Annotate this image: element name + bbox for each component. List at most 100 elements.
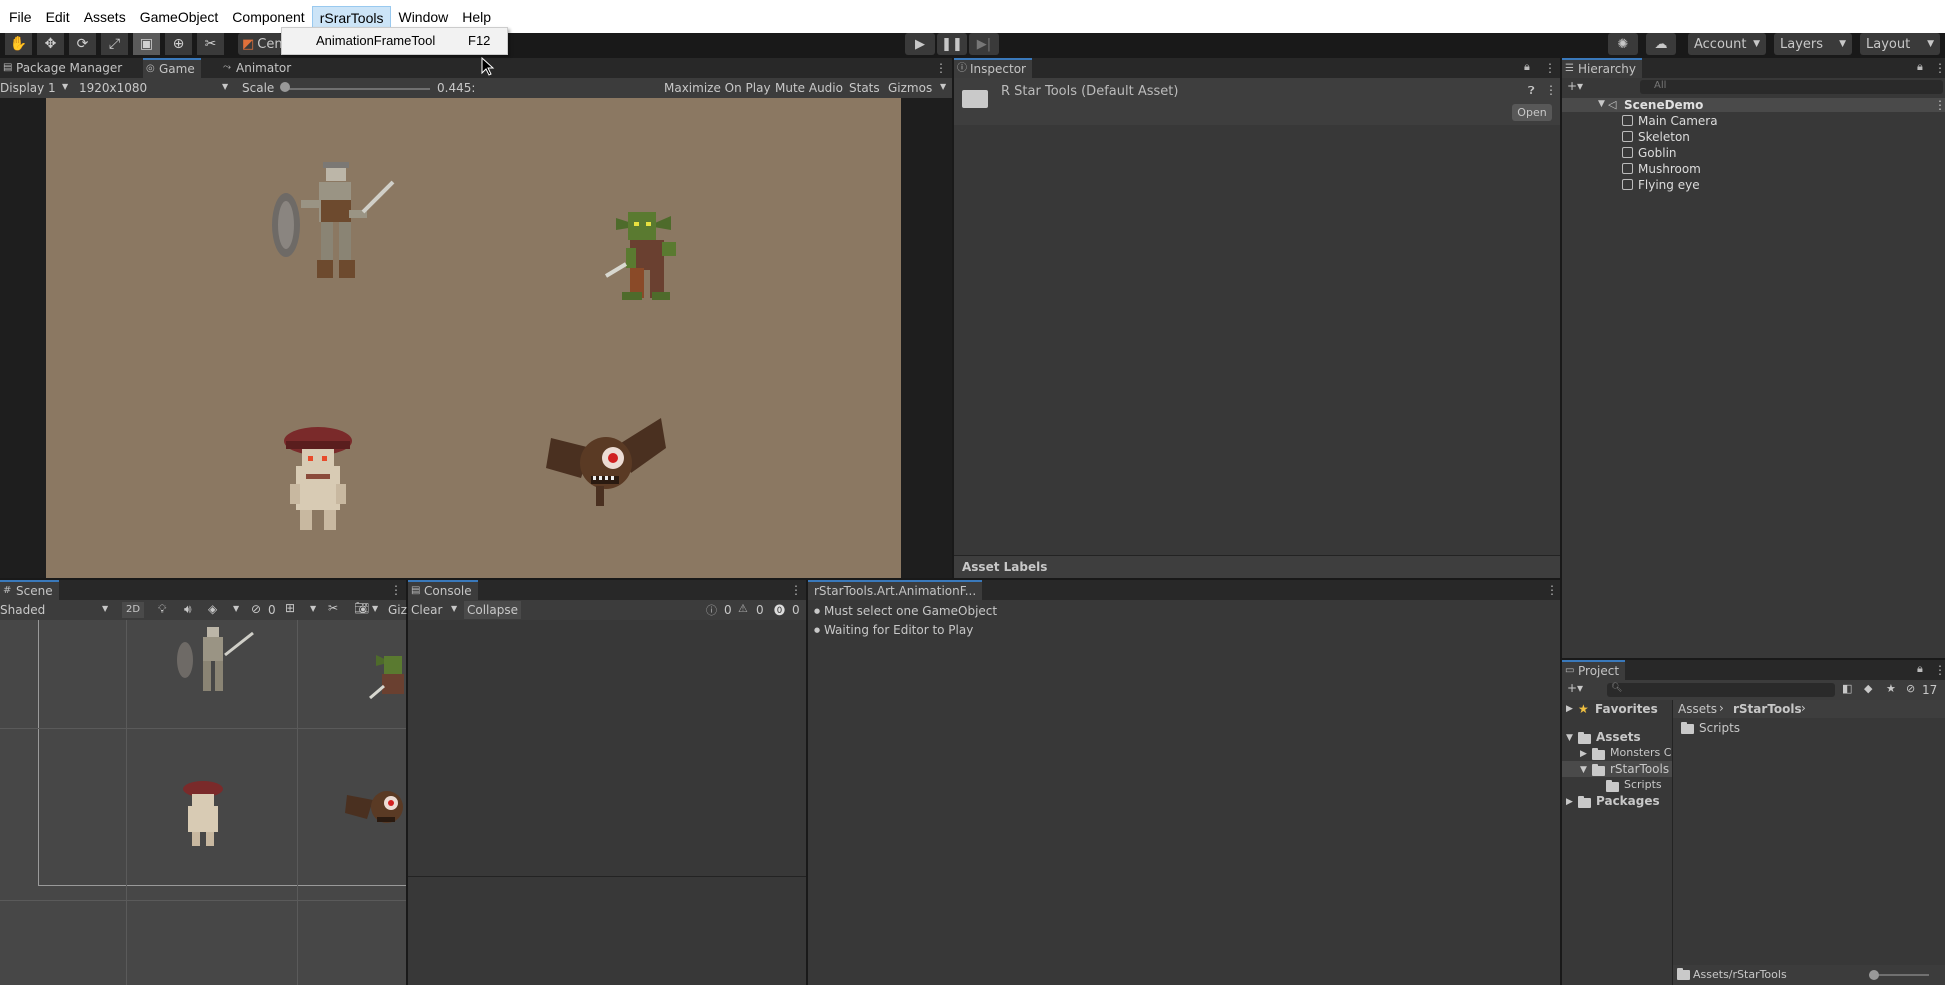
error-icon[interactable]: ⓿ xyxy=(774,602,785,618)
hidden-packages-icon[interactable]: ⊘ xyxy=(1906,682,1915,695)
tab-hierarchy[interactable]: ☰ Hierarchy xyxy=(1562,58,1643,78)
lock-icon[interactable]: 🔒︎ xyxy=(1917,662,1923,676)
breadcrumb-rstartools[interactable]: rStarTools xyxy=(1733,702,1802,716)
pivot-center-toggle[interactable]: ◩ Cen xyxy=(238,33,283,55)
collab-button[interactable]: ✺ xyxy=(1608,33,1638,55)
zoom-slider-handle[interactable] xyxy=(1869,970,1879,980)
chevron-down-icon[interactable]: ▼ xyxy=(1598,99,1605,109)
content-folder-scripts[interactable]: Scripts xyxy=(1699,721,1740,735)
menu-file[interactable]: File xyxy=(2,6,39,28)
more-options-icon[interactable]: ⋮ xyxy=(390,583,402,597)
project-search-input[interactable]: 🔍︎ xyxy=(1607,683,1835,697)
audio-icon[interactable]: 🔊︎ xyxy=(184,602,192,617)
menu-component[interactable]: Component xyxy=(225,6,311,28)
display-dropdown[interactable]: Display 1 xyxy=(0,81,56,95)
resolution-dropdown[interactable]: 1920x1080 xyxy=(79,81,147,95)
more-options-icon[interactable]: ⋮ xyxy=(1934,663,1945,677)
scene-view[interactable] xyxy=(0,620,406,985)
stats-toggle[interactable]: Stats xyxy=(849,81,880,95)
tools-icon[interactable]: ✂ xyxy=(328,601,338,615)
tree-rstartools[interactable]: rStarTools xyxy=(1610,762,1669,776)
custom-tool-icon[interactable]: ✂ xyxy=(197,33,224,55)
menu-help[interactable]: Help xyxy=(455,6,498,28)
hierarchy-item[interactable]: Mushroom xyxy=(1622,162,1701,176)
chevron-right-icon[interactable]: ▶ xyxy=(1566,704,1573,714)
lighting-icon[interactable]: 💡︎ xyxy=(158,602,166,617)
open-button[interactable]: Open xyxy=(1512,104,1552,121)
hierarchy-search-input[interactable]: All xyxy=(1640,80,1943,94)
lock-icon[interactable]: 🔒︎ xyxy=(1917,60,1923,74)
filter-label-icon[interactable]: ◆ xyxy=(1864,682,1872,695)
add-icon[interactable]: +▾ xyxy=(1567,79,1583,93)
tree-scripts[interactable]: Scripts xyxy=(1624,778,1662,791)
tab-animator[interactable]: ⤳ Animator xyxy=(220,58,297,78)
clear-button[interactable]: Clear xyxy=(411,603,442,617)
hierarchy-item[interactable]: Goblin xyxy=(1622,146,1677,160)
tab-inspector[interactable]: ⓘ Inspector xyxy=(954,58,1032,78)
star-icon[interactable]: ★ xyxy=(1886,682,1896,695)
tree-packages[interactable]: Packages xyxy=(1596,794,1660,808)
menu-rstartools[interactable]: rSrarTools xyxy=(311,5,392,28)
more-options-icon[interactable]: ⋮ xyxy=(1934,61,1945,75)
account-dropdown[interactable]: Account ▼ xyxy=(1688,33,1766,55)
move-tool-icon[interactable]: ✥ xyxy=(37,33,64,55)
tab-animation-frame-tool[interactable]: rStarTools.Art.AnimationF... xyxy=(808,580,983,600)
tree-assets[interactable]: Assets xyxy=(1596,730,1641,744)
menu-assets[interactable]: Assets xyxy=(77,6,133,28)
scale-tool-icon[interactable]: ⤢ xyxy=(101,33,128,55)
tab-game[interactable]: ◎ Game xyxy=(143,58,201,78)
lock-icon[interactable]: 🔒︎ xyxy=(1524,60,1530,74)
tab-console[interactable]: ▤ Console xyxy=(408,580,478,600)
camera-icon[interactable]: 📷︎ xyxy=(354,601,369,615)
console-log-area[interactable] xyxy=(408,620,806,985)
breadcrumb-assets[interactable]: Assets xyxy=(1678,702,1717,716)
layers-dropdown[interactable]: Layers ▼ xyxy=(1774,33,1852,55)
menu-item-animation-frame-tool[interactable]: AnimationFrameTool xyxy=(316,33,435,48)
tree-monsters[interactable]: Monsters C xyxy=(1610,746,1672,759)
chevron-down-icon[interactable]: ▼ xyxy=(1566,733,1573,743)
hierarchy-item[interactable]: Main Camera xyxy=(1622,114,1718,128)
tab-scene[interactable]: # Scene xyxy=(0,580,59,600)
shading-dropdown[interactable]: Shaded xyxy=(0,603,45,617)
chevron-right-icon[interactable]: ▶ xyxy=(1580,749,1587,759)
scene-row[interactable] xyxy=(1562,98,1945,112)
toggle-2d-button[interactable]: 2D xyxy=(122,602,144,618)
play-button[interactable]: ▶ xyxy=(905,33,935,55)
menu-edit[interactable]: Edit xyxy=(39,6,77,28)
more-options-icon[interactable]: ⋮ xyxy=(790,583,802,597)
effects-icon[interactable]: ◈ xyxy=(208,602,217,616)
help-icon[interactable]: ❓︎ xyxy=(1528,84,1535,98)
add-icon[interactable]: +▾ xyxy=(1567,681,1583,695)
pause-button[interactable]: ❚❚ xyxy=(937,33,967,55)
scene-options-icon[interactable]: ⋮ xyxy=(1934,98,1945,112)
warning-icon[interactable]: ⚠ xyxy=(738,602,748,615)
collapse-toggle[interactable]: Collapse xyxy=(464,601,521,619)
filter-type-icon[interactable]: ◧ xyxy=(1842,682,1852,695)
scale-slider-handle[interactable] xyxy=(280,82,290,92)
more-options-icon[interactable]: ⋮ xyxy=(1546,583,1558,597)
hidden-objects-icon[interactable]: ⊘ xyxy=(251,602,261,616)
settings-icon[interactable]: ⋮ xyxy=(1545,83,1557,97)
rect-tool-icon[interactable]: ▣ xyxy=(133,33,160,55)
info-count-icon[interactable]: ⓘ xyxy=(706,602,717,618)
mute-audio-toggle[interactable]: Mute Audio xyxy=(775,81,843,95)
rotate-tool-icon[interactable]: ⟳ xyxy=(69,33,96,55)
game-view[interactable] xyxy=(46,98,901,578)
hierarchy-item[interactable]: Flying eye xyxy=(1622,178,1700,192)
console-divider[interactable] xyxy=(408,876,806,877)
more-options-icon[interactable]: ⋮ xyxy=(935,61,947,75)
hierarchy-item[interactable]: Skeleton xyxy=(1622,130,1690,144)
gizmos-toggle[interactable]: Giz xyxy=(388,603,407,617)
grid-snap-icon[interactable]: ⊞ xyxy=(285,601,295,615)
tab-package-manager[interactable]: ▤ Package Manager xyxy=(0,58,128,78)
more-options-icon[interactable]: ⋮ xyxy=(1544,61,1556,75)
menu-window[interactable]: Window xyxy=(391,6,455,28)
step-button[interactable]: ▶| xyxy=(969,33,999,55)
chevron-down-icon[interactable]: ▼ xyxy=(1580,765,1587,775)
tree-favorites[interactable]: Favorites xyxy=(1595,702,1658,716)
maximize-on-play-toggle[interactable]: Maximize On Play xyxy=(664,81,771,95)
asset-labels-bar[interactable]: Asset Labels xyxy=(954,555,1560,578)
chevron-right-icon[interactable]: ▶ xyxy=(1566,797,1573,807)
transform-tool-icon[interactable]: ⊕ xyxy=(165,33,192,55)
scale-slider-track[interactable] xyxy=(282,88,430,90)
